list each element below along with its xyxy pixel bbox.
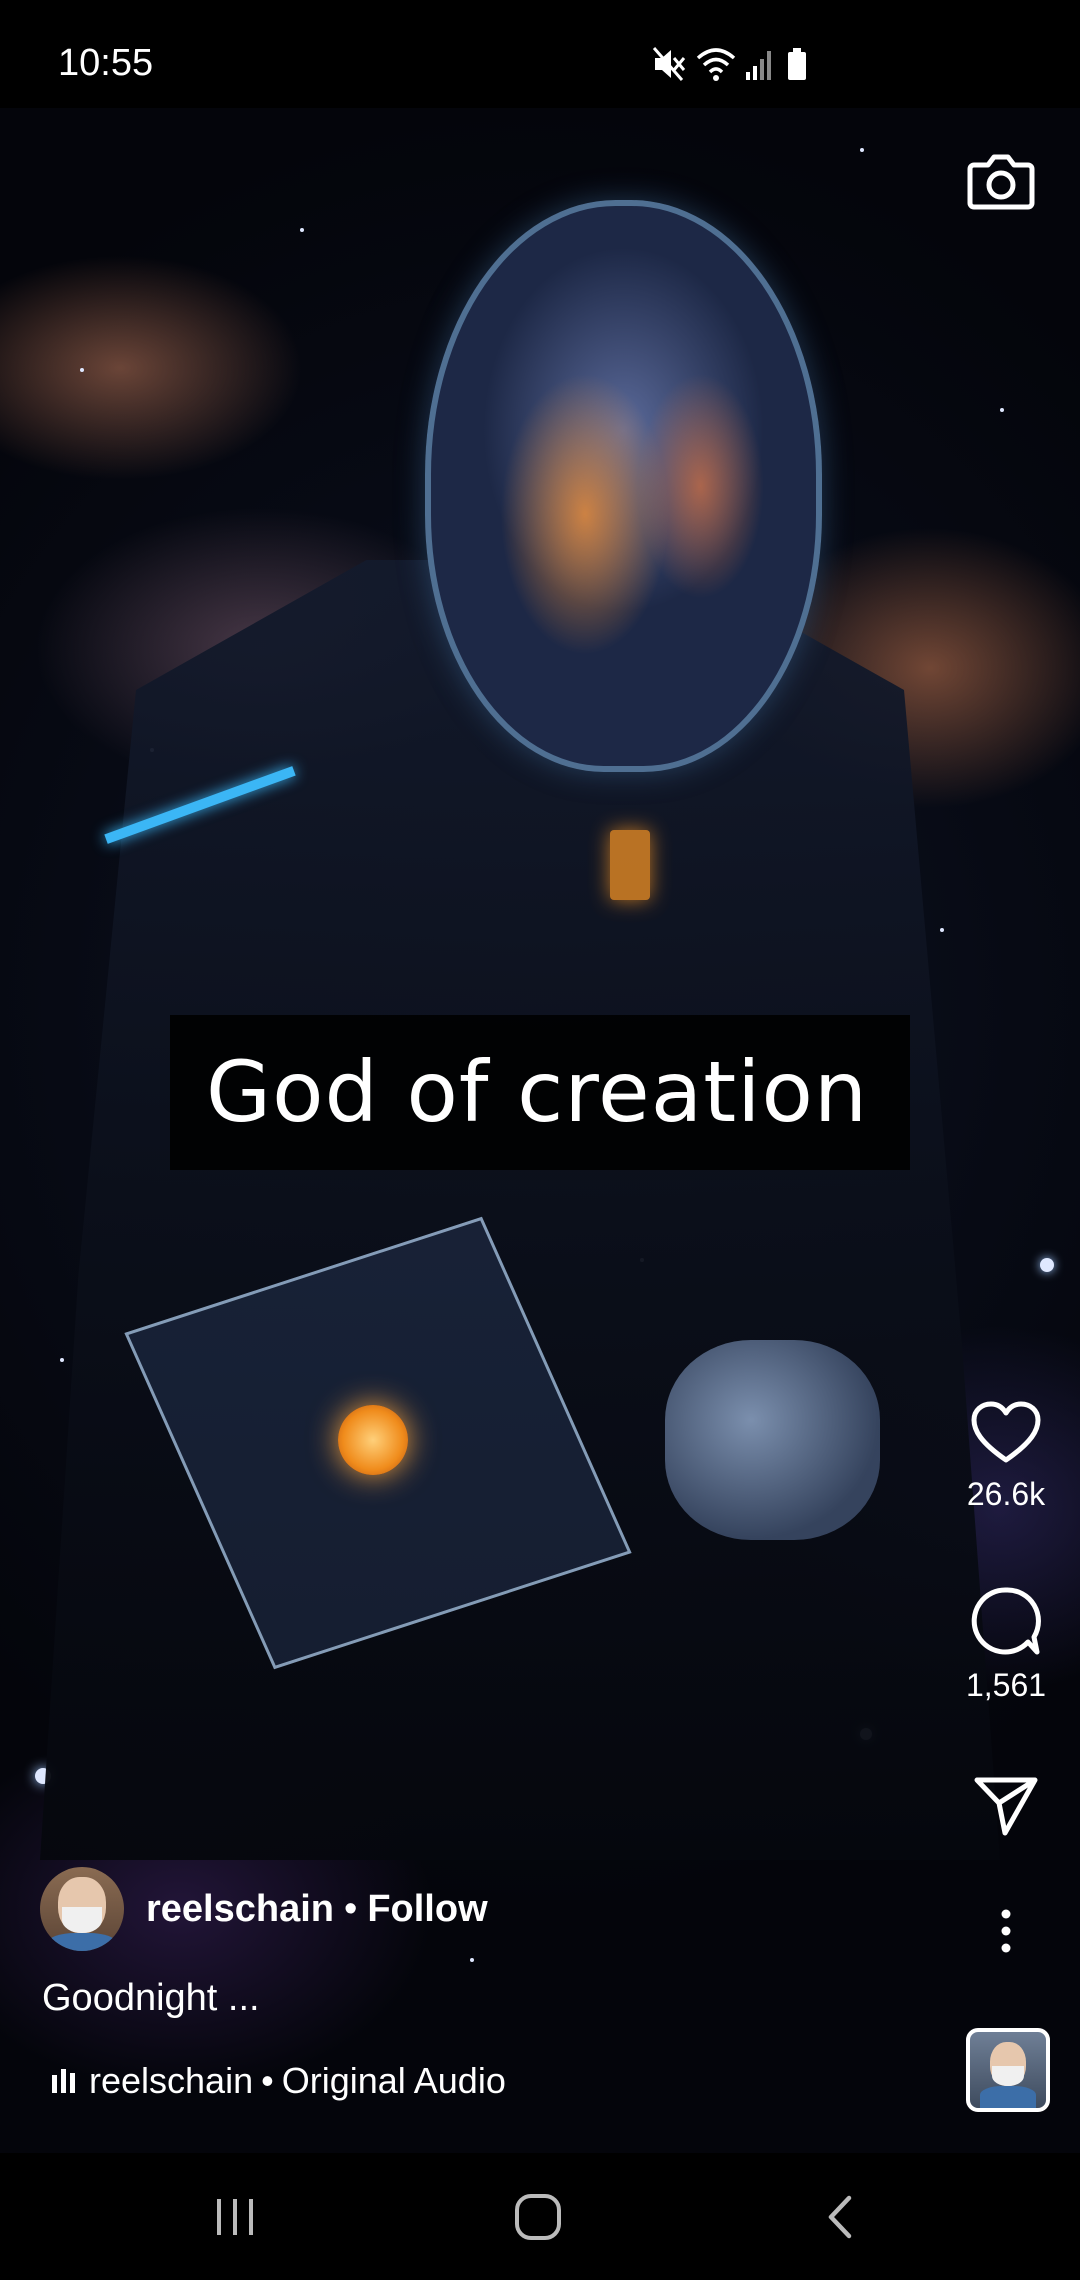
separator: • bbox=[344, 1887, 358, 1930]
figure-hand bbox=[665, 1340, 880, 1540]
star bbox=[60, 1358, 64, 1362]
wifi-icon bbox=[696, 48, 736, 81]
audio-bars-icon bbox=[52, 2069, 75, 2093]
author-name[interactable]: reelschain bbox=[146, 1888, 334, 1931]
figure-suit bbox=[40, 560, 1000, 1860]
overlay-caption-box: God of creation bbox=[170, 1015, 910, 1170]
star bbox=[300, 228, 304, 232]
like-action[interactable]: 26.6k bbox=[950, 1400, 1062, 1513]
camera-icon bbox=[967, 154, 1035, 210]
star bbox=[860, 148, 864, 152]
star bbox=[940, 928, 944, 932]
comment-count: 1,561 bbox=[965, 1667, 1047, 1703]
cube-sun bbox=[338, 1405, 408, 1475]
recent-apps-icon bbox=[217, 2198, 253, 2235]
signal-icon bbox=[746, 51, 771, 80]
audio-row[interactable]: reelschain • Original Audio bbox=[52, 2060, 506, 2102]
figure-galaxy-head bbox=[425, 200, 822, 772]
follow-button[interactable]: Follow bbox=[367, 1888, 487, 1931]
figure-tie-light bbox=[610, 830, 650, 900]
author-row: reelschain • Follow bbox=[40, 1867, 488, 1951]
audio-thumbnail[interactable] bbox=[966, 2028, 1050, 2112]
back-button[interactable] bbox=[780, 2153, 900, 2280]
star bbox=[1000, 408, 1004, 412]
like-count: 26.6k bbox=[966, 1476, 1046, 1512]
star bbox=[1040, 1258, 1054, 1272]
audio-separator: • bbox=[261, 2060, 274, 2101]
comment-icon bbox=[971, 1587, 1041, 1655]
share-action[interactable] bbox=[950, 1775, 1062, 1837]
comment-action[interactable]: 1,561 bbox=[950, 1585, 1062, 1704]
audio-title: Original Audio bbox=[281, 2060, 506, 2101]
recent-apps-button[interactable] bbox=[175, 2153, 295, 2280]
post-description[interactable]: Goodnight ... bbox=[42, 1977, 260, 2020]
more-options-button[interactable] bbox=[950, 1908, 1062, 1954]
status-time: 10:55 bbox=[58, 42, 154, 84]
overlay-caption: God of creation bbox=[206, 1043, 869, 1141]
home-icon bbox=[515, 2193, 561, 2240]
home-button[interactable] bbox=[478, 2153, 598, 2280]
more-vertical-icon bbox=[1001, 1909, 1011, 1953]
mute-icon bbox=[652, 47, 686, 81]
send-icon bbox=[974, 1777, 1038, 1836]
status-bar: 10:55 bbox=[0, 0, 1080, 108]
system-nav-bar bbox=[0, 2153, 1080, 2280]
heart-icon bbox=[971, 1401, 1041, 1463]
star bbox=[80, 368, 84, 372]
back-icon bbox=[828, 2195, 852, 2238]
avatar[interactable] bbox=[40, 1867, 124, 1951]
star bbox=[470, 1958, 474, 1962]
camera-button[interactable] bbox=[966, 145, 1036, 215]
battery-icon bbox=[788, 48, 806, 80]
audio-author: reelschain bbox=[89, 2060, 254, 2101]
